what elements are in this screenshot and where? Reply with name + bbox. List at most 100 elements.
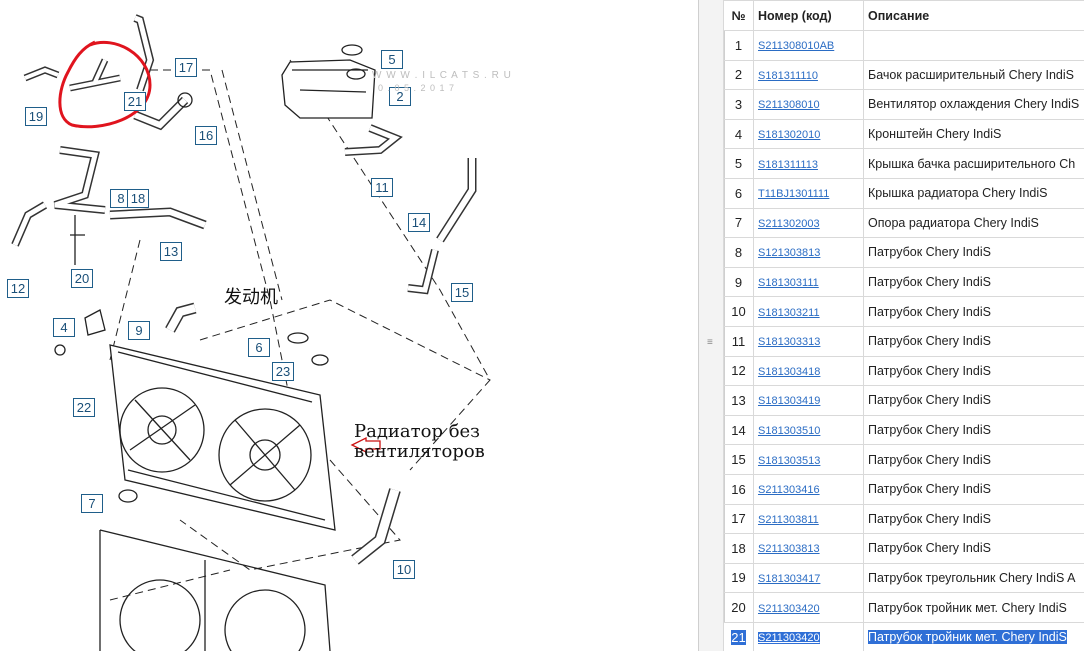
part-code-link[interactable]: S181303418 bbox=[758, 366, 820, 378]
part-code-link[interactable]: S211303420 bbox=[758, 603, 820, 615]
part-code-link[interactable]: S211302003 bbox=[758, 218, 820, 230]
part-code-link[interactable]: T11BJ1301111 bbox=[758, 188, 829, 200]
part-code-link[interactable]: S181303417 bbox=[758, 573, 820, 585]
row-number: 21 bbox=[723, 621, 754, 651]
callout-22[interactable]: 22 bbox=[73, 398, 95, 417]
part-code-link[interactable]: S211308010AB bbox=[758, 40, 834, 52]
part-description: Кронштейн Chery IndiS bbox=[863, 118, 1084, 150]
callout-13[interactable]: 13 bbox=[160, 242, 182, 261]
part-code-link[interactable]: S181303513 bbox=[758, 455, 820, 467]
part-code-link[interactable]: S211303813 bbox=[758, 543, 820, 555]
callout-4[interactable]: 4 bbox=[53, 318, 75, 337]
pane-splitter[interactable]: ≡ bbox=[698, 0, 725, 651]
callout-21[interactable]: 21 bbox=[124, 92, 146, 111]
part-description-text: Патрубок Chery IndiS bbox=[868, 334, 991, 349]
part-code-link[interactable]: S181311110 bbox=[758, 70, 818, 82]
table-row[interactable]: 16 S211303416 Патрубок Chery IndiS bbox=[723, 473, 1084, 505]
callout-5[interactable]: 5 bbox=[381, 50, 403, 69]
table-row[interactable]: 4 S181302010 Кронштейн Chery IndiS bbox=[723, 118, 1084, 150]
table-row[interactable]: 20 S211303420 Патрубок тройник мет. Chery … bbox=[723, 592, 1084, 623]
callout-18[interactable]: 18 bbox=[127, 189, 149, 208]
watermark-site: W W W . I L C A T S . R U bbox=[372, 70, 512, 81]
part-description: Опора радиатора Chery IndiS bbox=[863, 207, 1084, 239]
table-row[interactable]: 17 S211303811 Патрубок Chery IndiS bbox=[723, 503, 1084, 535]
parts-diagram: 17 5 19 21 2 16 11 8 18 14 13 12 20 15 4… bbox=[0, 0, 698, 651]
row-number: 2 bbox=[723, 59, 754, 91]
part-description-text: Патрубок Chery IndiS bbox=[868, 423, 991, 438]
table-row[interactable]: 1 S211308010AB bbox=[723, 30, 1084, 61]
callout-6[interactable]: 6 bbox=[248, 338, 270, 357]
callout-7[interactable]: 7 bbox=[81, 494, 103, 513]
row-number: 7 bbox=[723, 207, 754, 239]
part-description: Бачок расширительный Chery IndiS bbox=[863, 59, 1084, 91]
part-code-link[interactable]: S181303313 bbox=[758, 336, 820, 348]
part-code-cell: S181303419 bbox=[753, 385, 864, 416]
part-code-link[interactable]: S181311113 bbox=[758, 159, 818, 171]
part-code-link[interactable]: S181303419 bbox=[758, 395, 820, 407]
row-number: 20 bbox=[723, 592, 754, 623]
table-row[interactable]: 5 S181311113 Крышка бачка расширительного … bbox=[723, 148, 1084, 179]
part-code-link[interactable]: S121303813 bbox=[758, 247, 820, 259]
part-code-cell: S211303811 bbox=[753, 503, 864, 535]
callout-10[interactable]: 10 bbox=[393, 560, 415, 579]
table-row[interactable]: 13 S181303419 Патрубок Chery IndiS bbox=[723, 385, 1084, 416]
row-number-text: 1 bbox=[734, 37, 743, 53]
table-row[interactable]: 6 T11BJ1301111 Крышка радиатора Chery Indi… bbox=[723, 177, 1084, 209]
part-description: Патрубок Chery IndiS bbox=[863, 473, 1084, 505]
part-description: Патрубок Chery IndiS bbox=[863, 414, 1084, 446]
row-number-text: 15 bbox=[731, 452, 746, 468]
table-row[interactable]: 12 S181303418 Патрубок Chery IndiS bbox=[723, 355, 1084, 387]
row-number-text: 8 bbox=[734, 244, 743, 260]
table-row[interactable]: 2 S181311110 Бачок расширительный Chery In… bbox=[723, 59, 1084, 91]
part-code-cell: T11BJ1301111 bbox=[753, 177, 864, 209]
callout-23[interactable]: 23 bbox=[272, 362, 294, 381]
row-number-text: 21 bbox=[731, 629, 746, 645]
table-row[interactable]: 19 S181303417 Патрубок треугольник Chery I… bbox=[723, 562, 1084, 594]
table-row[interactable]: 10 S181303211 Патрубок Chery IndiS bbox=[723, 296, 1084, 327]
part-description: Патрубок Chery IndiS bbox=[863, 503, 1084, 535]
callout-14[interactable]: 14 bbox=[408, 213, 430, 232]
table-row[interactable]: 9 S181303111 Патрубок Chery IndiS bbox=[723, 266, 1084, 298]
part-code-link[interactable]: S211303420 bbox=[758, 632, 820, 645]
part-description: Патрубок Chery IndiS bbox=[863, 296, 1084, 327]
callout-19[interactable]: 19 bbox=[25, 107, 47, 126]
table-row[interactable]: 18 S211303813 Патрубок Chery IndiS bbox=[723, 533, 1084, 564]
part-code-link[interactable]: S211303811 bbox=[758, 514, 819, 526]
callout-12[interactable]: 12 bbox=[7, 279, 29, 298]
callout-15[interactable]: 15 bbox=[451, 283, 473, 302]
table-row[interactable]: 3 S211308010 Вентилятор охлаждения Chery I… bbox=[723, 89, 1084, 120]
splitter-grip-icon[interactable]: ≡ bbox=[707, 337, 713, 348]
row-number: 9 bbox=[723, 266, 754, 298]
callout-17[interactable]: 17 bbox=[175, 58, 197, 77]
table-row[interactable]: 11 S181303313 Патрубок Chery IndiS bbox=[723, 325, 1084, 357]
part-code-link[interactable]: S181302010 bbox=[758, 129, 820, 141]
row-number: 11 bbox=[723, 325, 754, 357]
part-code-link[interactable]: S211308010 bbox=[758, 99, 820, 111]
table-row[interactable]: 15 S181303513 Патрубок Chery IndiS bbox=[723, 444, 1084, 475]
part-description-text: Патрубок Chery IndiS bbox=[868, 245, 991, 260]
part-code-link[interactable]: S181303211 bbox=[758, 307, 820, 319]
header-num[interactable]: № bbox=[723, 0, 754, 31]
part-code-link[interactable]: S211303416 bbox=[758, 484, 820, 496]
parts-table-panel: № Номер (код) Описание 1 S211308010AB 2 S18… bbox=[723, 0, 1084, 651]
part-description: Патрубок Chery IndiS bbox=[863, 385, 1084, 416]
row-number-text: 7 bbox=[734, 215, 743, 231]
part-description: Патрубок Chery IndiS bbox=[863, 237, 1084, 268]
part-code-link[interactable]: S181303510 bbox=[758, 425, 820, 437]
callout-20[interactable]: 20 bbox=[71, 269, 93, 288]
row-number-text: 19 bbox=[731, 570, 746, 586]
header-desc[interactable]: Описание bbox=[863, 0, 1084, 31]
part-description-text: Патрубок тройник мет. Chery IndiS bbox=[868, 600, 1067, 615]
header-code[interactable]: Номер (код) bbox=[753, 0, 864, 31]
part-code-cell: S181303510 bbox=[753, 414, 864, 446]
table-row[interactable]: 7 S211302003 Опора радиатора Chery IndiS bbox=[723, 207, 1084, 239]
table-row[interactable]: 21 S211303420 Патрубок тройник мет. Chery … bbox=[723, 621, 1084, 651]
callout-9[interactable]: 9 bbox=[128, 321, 150, 340]
part-code-cell: S211308010AB bbox=[753, 30, 864, 61]
table-row[interactable]: 14 S181303510 Патрубок Chery IndiS bbox=[723, 414, 1084, 446]
part-code-link[interactable]: S181303111 bbox=[758, 277, 819, 289]
callout-16[interactable]: 16 bbox=[195, 126, 217, 145]
callout-11[interactable]: 11 bbox=[371, 178, 393, 197]
table-row[interactable]: 8 S121303813 Патрубок Chery IndiS bbox=[723, 237, 1084, 268]
part-code-cell: S211303813 bbox=[753, 533, 864, 564]
